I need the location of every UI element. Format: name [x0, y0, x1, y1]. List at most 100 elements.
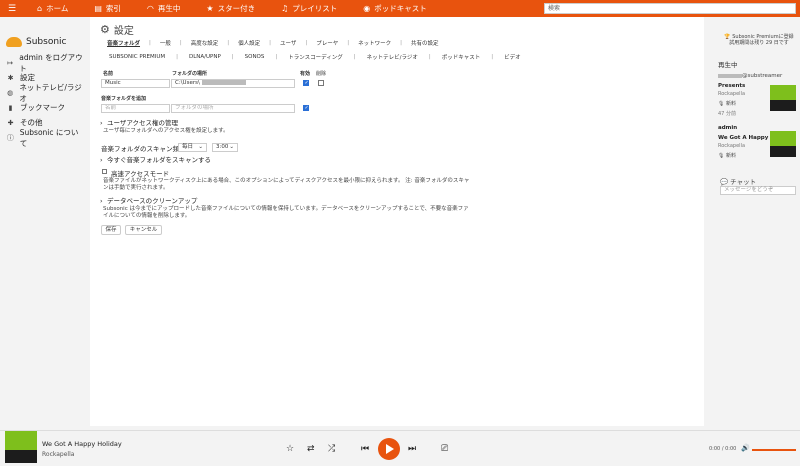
tab-internet-radio[interactable]: ネットテレビ/ラジオ	[361, 53, 424, 61]
tab-transcoding[interactable]: トランスコーディング	[282, 53, 349, 61]
new-folder-enabled-checkbox[interactable]	[303, 105, 309, 111]
nav-index[interactable]: ▤ 索引	[81, 3, 134, 14]
now-playing-song[interactable]: Presents	[718, 83, 745, 89]
sidebar-item-about[interactable]: ⓘ Subsonic について	[0, 128, 90, 148]
cast-icon[interactable]: ⎚	[441, 444, 448, 454]
player-album-art[interactable]	[5, 431, 37, 463]
fast-access-label: 高速アクセスモード	[111, 170, 170, 178]
now-playing-user[interactable]: admin	[718, 125, 737, 131]
now-playing-title: 再生中	[718, 61, 738, 69]
folder-icon: ▤	[94, 4, 102, 13]
fast-access-desc: 音楽ファイルがネットワークディスク上にある場合、このオプションによってディスクア…	[103, 178, 470, 191]
brand-title: Subsonic	[26, 37, 67, 47]
redacted-user	[718, 73, 742, 78]
tab-advanced[interactable]: 高度な設定	[187, 39, 223, 47]
player-artist[interactable]: Rockapella	[42, 451, 74, 458]
menu-icon[interactable]: ☰	[0, 4, 24, 14]
subsonic-logo-icon	[6, 37, 22, 47]
sidebar-item-radio[interactable]: ◍ ネットテレビ/ラジオ	[0, 83, 90, 103]
folder-name-field[interactable]: Music	[101, 79, 170, 88]
tab-dlna[interactable]: DLNA/UPNP	[183, 54, 227, 60]
redacted-path	[201, 80, 246, 85]
top-nav: ⌂ ホーム ▤ 索引 ◠ 再生中 ★ スター付き ♫ プレイリスト ◉ ポッドキャスト	[24, 3, 440, 14]
gear-icon: ⚙	[100, 23, 110, 36]
new-folder-name-input[interactable]: 名前	[101, 104, 170, 113]
column-header-name: 名前	[103, 71, 114, 77]
nav-home[interactable]: ⌂ ホーム	[24, 3, 81, 14]
page-title: 設定	[113, 26, 134, 37]
tab-network[interactable]: ネットワーク	[354, 39, 395, 47]
scan-time-select[interactable]: 3:00 ⌄	[212, 143, 238, 152]
chevron-down-icon: ⌄	[229, 144, 234, 150]
top-bar: ☰ ⌂ ホーム ▤ 索引 ◠ 再生中 ★ スター付き ♫ プレイリスト ◉ ポッドキャスト …	[0, 0, 800, 17]
now-playing-artist[interactable]: Rockapella	[718, 91, 745, 97]
tab-podcast[interactable]: ポッドキャスト	[436, 53, 487, 61]
cleanup-desc: Subsonic は今までにアップロードした音楽ファイルについての情報を保持して…	[103, 206, 469, 219]
player-song-title[interactable]: We Got A Happy Holiday	[42, 440, 122, 448]
premium-notice[interactable]: 🏆 Subsonic Premiumに登録 試用期間は残り 29 日です	[724, 34, 794, 46]
save-button[interactable]: 保存	[101, 225, 121, 235]
nav-now-playing[interactable]: ◠ 再生中	[134, 3, 193, 14]
column-header-path: フォルダの場所	[172, 71, 208, 77]
microphone-icon: 🎙	[718, 153, 725, 159]
brand[interactable]: Subsonic	[0, 17, 90, 55]
shuffle-icon[interactable]: ⤮	[328, 444, 335, 454]
repeat-icon[interactable]: ⇄	[307, 444, 315, 454]
bookmark-icon: ▮	[8, 103, 13, 112]
chevron-right-icon: ›	[100, 197, 103, 205]
star-icon: ★	[206, 4, 214, 13]
gear-icon: ✱	[7, 73, 14, 82]
fast-access-checkbox[interactable]	[102, 169, 107, 174]
now-playing-song[interactable]: We Got A Happy ...	[718, 135, 776, 141]
tab-music-folders[interactable]: 音楽フォルダ	[103, 39, 144, 47]
right-panel: 🏆 Subsonic Premiumに登録 試用期間は残り 29 日です 再生中…	[704, 17, 800, 426]
home-icon: ⌂	[37, 4, 43, 13]
volume-slider[interactable]	[752, 449, 796, 451]
search-input[interactable]: 検索	[544, 3, 796, 14]
logout-icon: ↦	[7, 58, 14, 67]
scan-frequency-label: 音楽フォルダのスキャン頻度	[101, 145, 186, 153]
sidebar: Subsonic ↦ admin をログアウト ✱ 設定 ◍ ネットテレビ/ラジオ ▮…	[0, 17, 90, 426]
chat-input[interactable]: メッセージをどうぞ	[720, 186, 796, 195]
album-art[interactable]	[770, 131, 796, 157]
now-playing-time: 47 分前	[718, 111, 736, 117]
scan-frequency-select[interactable]: 毎日 ⌄	[178, 143, 207, 152]
folder-enabled-checkbox[interactable]	[303, 80, 309, 86]
tab-sonos[interactable]: SONOS	[239, 54, 271, 60]
chevron-right-icon: ›	[100, 156, 103, 164]
folder-delete-checkbox[interactable]	[318, 80, 324, 86]
nav-playlists[interactable]: ♫ プレイリスト	[268, 3, 350, 14]
tab-users[interactable]: ユーザ	[276, 39, 300, 47]
now-playing-artist[interactable]: Rockapella	[718, 143, 745, 149]
sidebar-item-logout[interactable]: ↦ admin をログアウト	[0, 53, 90, 73]
previous-icon[interactable]: ⏮	[361, 444, 369, 454]
star-icon[interactable]: ☆	[286, 444, 294, 454]
column-header-delete: 削除	[316, 71, 327, 77]
user-access-toggle[interactable]: › ユーザアクセス権の管理	[100, 117, 178, 127]
nav-starred[interactable]: ★ スター付き	[193, 3, 268, 14]
album-art[interactable]	[770, 85, 796, 111]
now-playing-user[interactable]: @substreamer	[718, 73, 782, 79]
volume-icon[interactable]: 🔊	[741, 444, 750, 452]
cancel-button[interactable]: キャンセル	[125, 225, 162, 235]
music-icon: ♫	[281, 4, 289, 13]
scan-now-link[interactable]: › 今すぐ音楽フォルダをスキャンする	[100, 154, 211, 164]
page-heading: ⚙ 設定	[100, 22, 134, 37]
folder-path-field[interactable]: C:\Users\	[171, 79, 295, 88]
new-folder-path-input[interactable]: フォルダの場所	[171, 104, 295, 113]
tab-sharing[interactable]: 共有の設定	[407, 39, 443, 47]
chat-title: 💬 チャット	[720, 178, 757, 186]
tab-premium[interactable]: SUBSONIC PREMIUM	[103, 54, 171, 60]
add-folder-label: 音楽フォルダを追加	[101, 96, 147, 102]
microphone-icon: 🎙	[718, 101, 725, 107]
play-button[interactable]	[378, 438, 400, 460]
settings-tabs-secondary: SUBSONIC PREMIUM | DLNA/UPNP | SONOS | トランス…	[103, 53, 527, 61]
tab-general[interactable]: 一般	[156, 39, 175, 47]
tab-video[interactable]: ビデオ	[498, 53, 527, 61]
tab-personal[interactable]: 個人設定	[234, 39, 264, 47]
player-bar: We Got A Happy Holiday Rockapella ☆ ⇄ ⤮ …	[0, 430, 800, 466]
next-icon[interactable]: ⏭	[408, 444, 416, 454]
nav-podcasts[interactable]: ◉ ポッドキャスト	[350, 3, 439, 14]
cleanup-toggle[interactable]: › データベースのクリーンアップ	[100, 195, 197, 205]
tab-players[interactable]: プレーヤ	[312, 39, 342, 47]
